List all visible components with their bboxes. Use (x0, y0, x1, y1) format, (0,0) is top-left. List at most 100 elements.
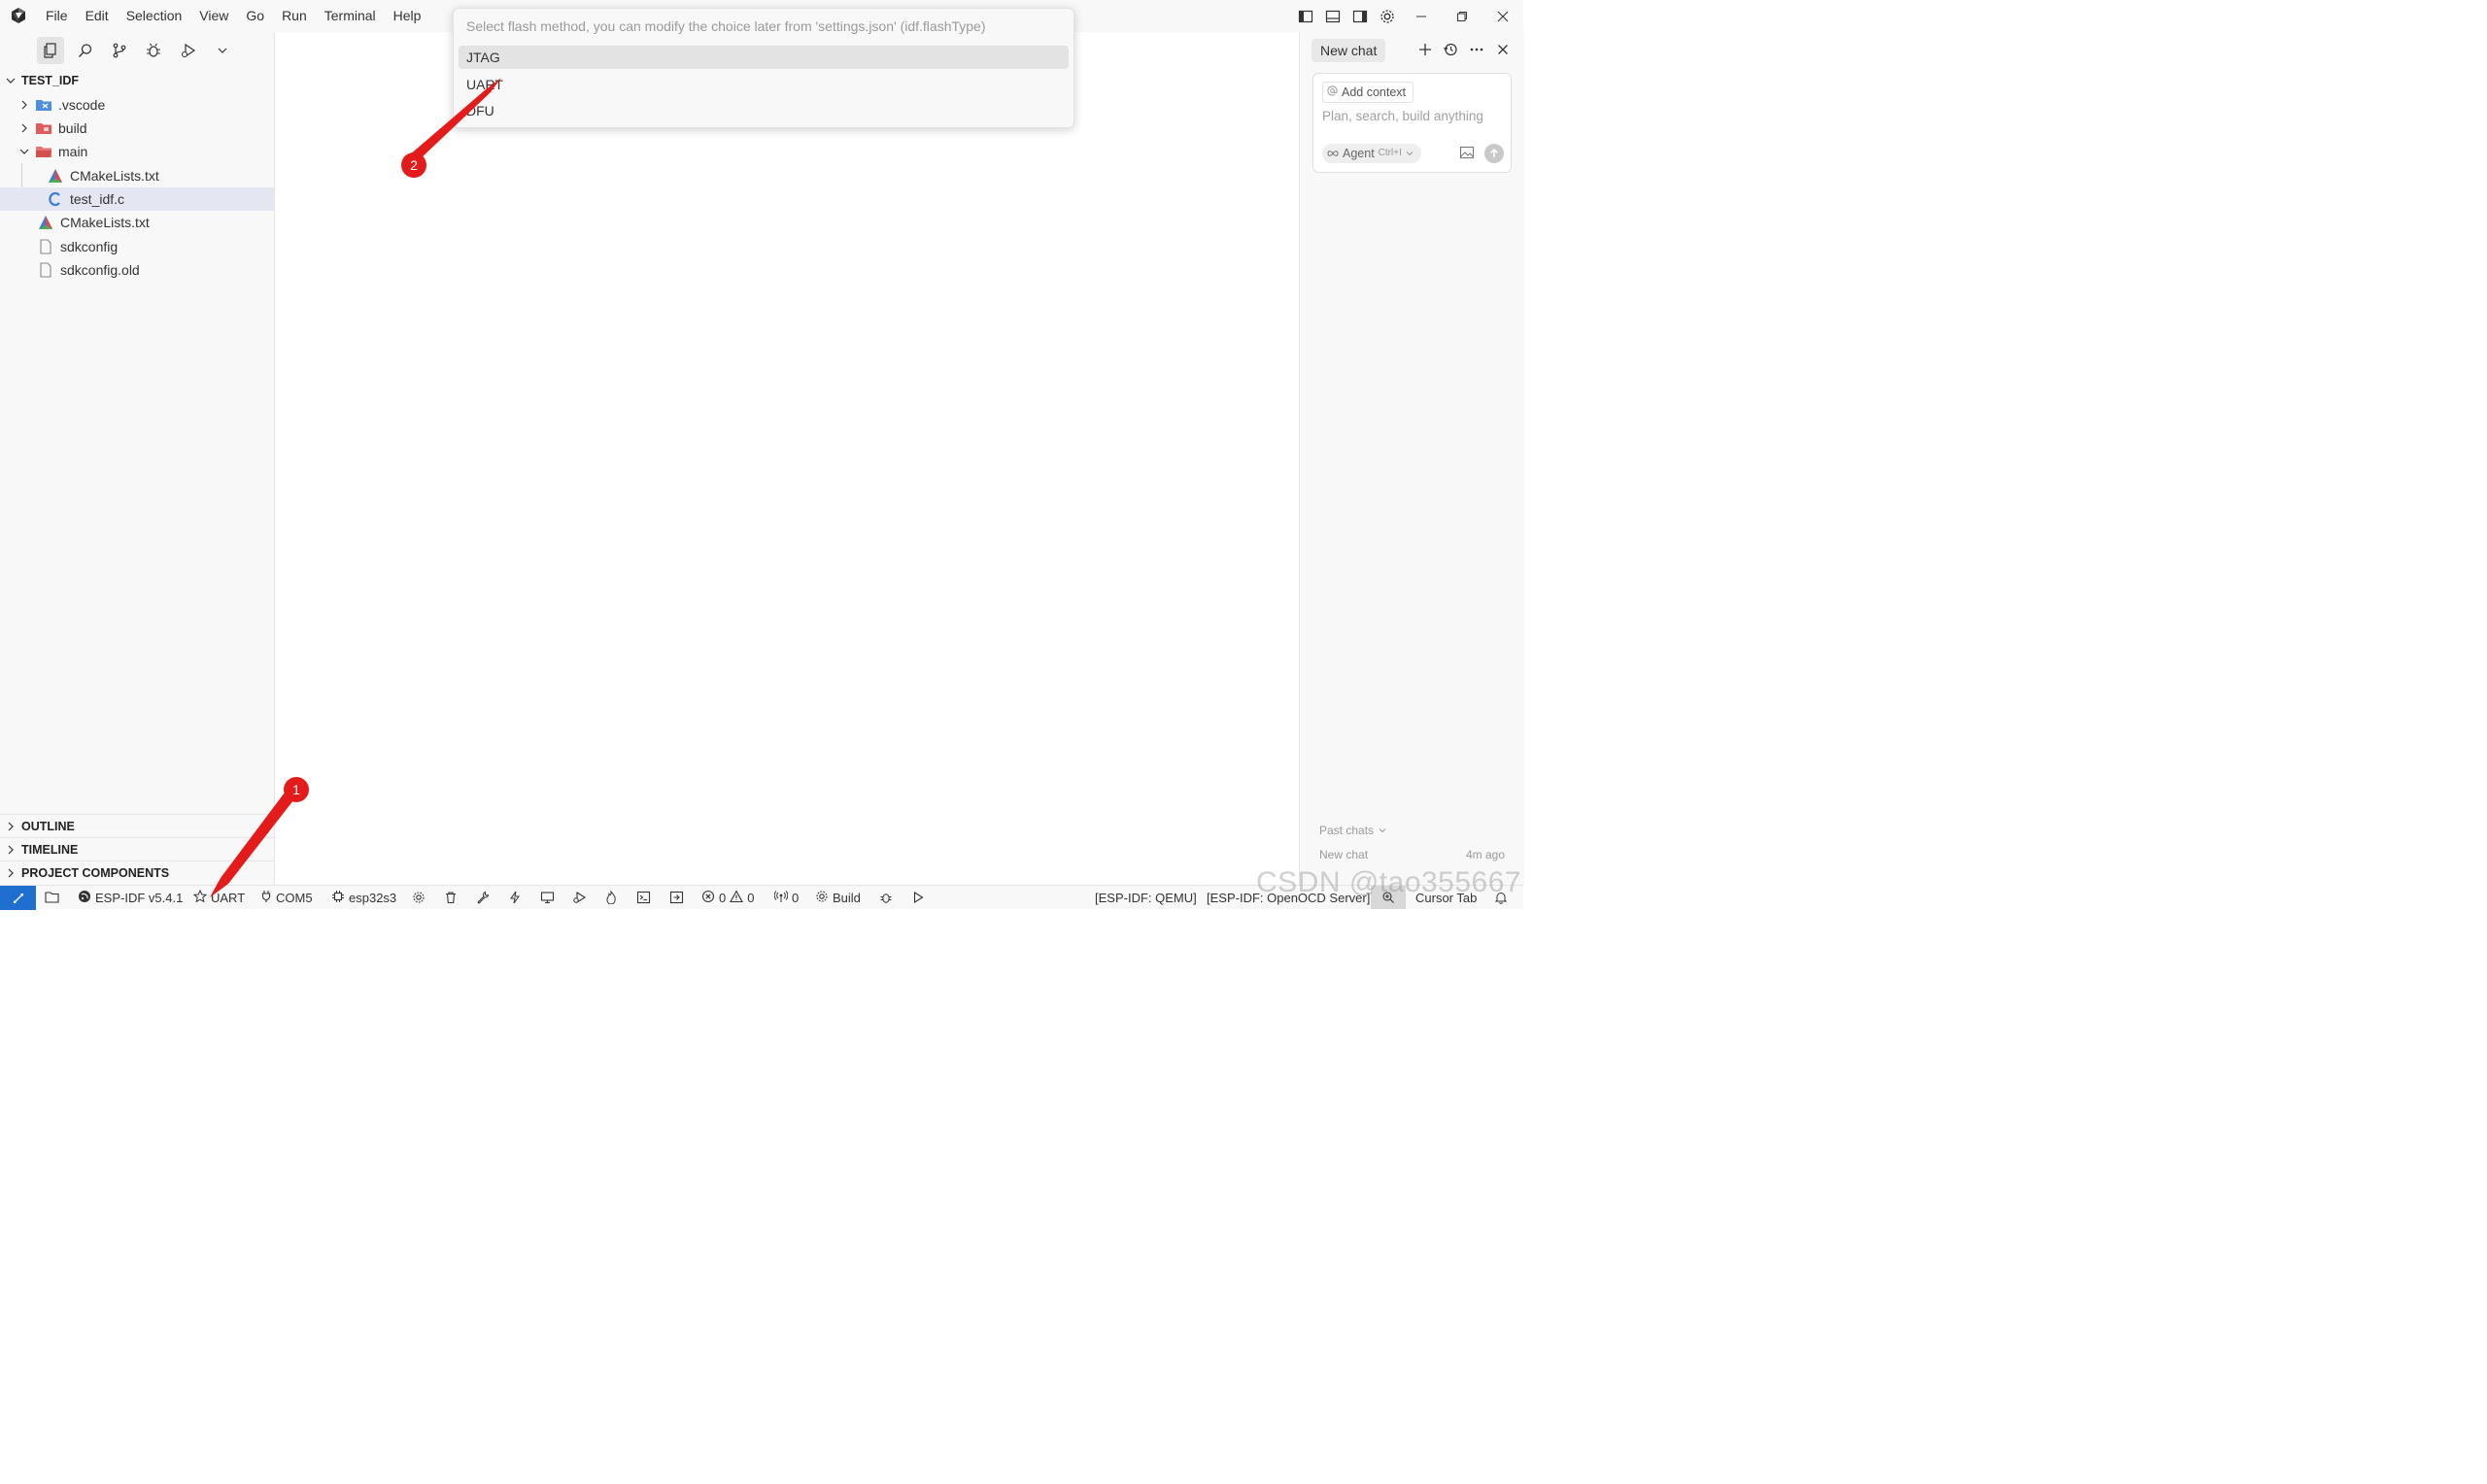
menu-terminal[interactable]: Terminal (316, 0, 385, 32)
settings-gear-icon[interactable] (1374, 3, 1401, 30)
send-arrow-button[interactable] (1484, 144, 1504, 163)
toggle-secondary-sidebar-icon[interactable] (1346, 3, 1374, 30)
debug-run-icon[interactable] (572, 886, 587, 909)
warning-icon (730, 889, 744, 906)
chat-tab-new-chat[interactable]: New chat (1312, 39, 1386, 62)
idf-version-item[interactable]: ESP-IDF v5.4.1 (78, 886, 183, 909)
tree-item-test-idf-c[interactable]: test_idf.c (0, 187, 274, 211)
tree-item-label: main (58, 144, 88, 159)
idf-version-label: ESP-IDF v5.4.1 (95, 890, 184, 905)
chip-icon (331, 890, 345, 906)
cursor-logo-icon (10, 7, 27, 24)
minimize-button[interactable] (1401, 0, 1442, 32)
flash-option-uart[interactable]: UART (459, 73, 1069, 96)
build-folder-icon (35, 120, 52, 136)
flash-option-jtag[interactable]: JTAG (459, 46, 1069, 69)
chevron-right-icon (17, 99, 31, 111)
close-chat-icon[interactable] (1491, 38, 1515, 61)
menu-edit[interactable]: Edit (77, 0, 118, 32)
agent-shortcut: Ctrl+I (1378, 148, 1402, 158)
toggle-panel-icon[interactable] (1319, 3, 1346, 30)
watermark: CSDN @tao355667 (1256, 866, 1522, 898)
tree-item-build[interactable]: build (0, 117, 274, 140)
flash-type-label: UART (211, 890, 246, 905)
menu-file[interactable]: File (37, 0, 77, 32)
cmake-icon (47, 168, 64, 184)
ports-item[interactable]: 0 (773, 886, 799, 909)
flash-option-dfu[interactable]: DFU (459, 99, 1069, 122)
sdk-config-gear-icon[interactable] (412, 886, 426, 909)
flash-lightning-icon[interactable] (509, 886, 521, 909)
chat-history-icon[interactable] (1439, 38, 1462, 61)
star-icon (192, 889, 208, 906)
chevron-down-icon (1379, 824, 1386, 837)
remote-window-button[interactable] (0, 886, 36, 910)
build-wrench-icon[interactable] (476, 886, 490, 909)
menu-view[interactable]: View (190, 0, 237, 32)
explorer-icon[interactable] (37, 37, 64, 64)
chat-input-box[interactable]: Add context Plan, search, build anything… (1312, 73, 1512, 173)
build-item[interactable]: Build (815, 886, 861, 909)
vscode-folder-icon (35, 97, 52, 113)
section-project-components[interactable]: PROJECT COMPONENTS (0, 860, 274, 885)
search-icon[interactable] (72, 37, 99, 64)
recent-chat-time: 4m ago (1465, 848, 1505, 861)
tree-item-vscode[interactable]: .vscode (0, 93, 274, 117)
agent-mode-selector[interactable]: Agent Ctrl+I (1322, 144, 1421, 163)
menu-selection[interactable]: Selection (118, 0, 191, 32)
chevron-right-icon (0, 867, 21, 879)
run-play-icon[interactable] (911, 886, 925, 909)
flame-icon[interactable] (605, 886, 617, 909)
toggle-primary-sidebar-icon[interactable] (1292, 3, 1319, 30)
explorer-root-header[interactable]: TEST_IDF (0, 69, 274, 92)
more-views-chevron-icon[interactable] (209, 37, 236, 64)
remote-icon (13, 893, 23, 903)
restore-button[interactable] (1442, 0, 1482, 32)
close-window-button[interactable] (1482, 0, 1523, 32)
recent-chat-item[interactable]: New chat (1319, 848, 1368, 861)
serial-port-item[interactable]: COM5 (260, 886, 313, 909)
menu-run[interactable]: Run (273, 0, 316, 32)
section-label: TIMELINE (21, 843, 79, 857)
tree-item-main-cmakelists[interactable]: CMakeLists.txt (0, 164, 274, 187)
debug-bug-icon[interactable] (879, 886, 893, 909)
add-context-button[interactable]: Add context (1322, 82, 1414, 103)
new-chat-plus-icon[interactable] (1414, 38, 1437, 61)
quick-pick-input[interactable]: Select flash method, you can modify the … (466, 18, 986, 34)
file-icon (37, 239, 54, 254)
chat-input-placeholder[interactable]: Plan, search, build anything (1322, 109, 1483, 123)
tree-item-cmakelists[interactable]: CMakeLists.txt (0, 211, 274, 234)
tree-item-sdkconfig-old[interactable]: sdkconfig.old (0, 258, 274, 282)
source-control-icon[interactable] (106, 37, 133, 64)
error-icon (701, 890, 715, 906)
target-chip-item[interactable]: esp32s3 (331, 886, 396, 909)
chevron-down-icon (17, 146, 31, 157)
flash-type-item[interactable]: UART (192, 886, 246, 909)
section-timeline[interactable]: TIMELINE (0, 837, 274, 861)
tree-item-label: sdkconfig.old (60, 262, 140, 278)
menu-go[interactable]: Go (237, 0, 273, 32)
full-clean-trash-icon[interactable] (444, 886, 458, 909)
flash-method-quick-pick: Select flash method, you can modify the … (453, 8, 1074, 128)
past-chats-toggle[interactable]: Past chats (1319, 824, 1386, 837)
custom-task-icon[interactable] (669, 886, 684, 909)
problems-item[interactable]: 0 0 (701, 886, 754, 909)
menu-help[interactable]: Help (385, 0, 430, 32)
tree-item-sdkconfig[interactable]: sdkconfig (0, 235, 274, 258)
section-outline[interactable]: OUTLINE (0, 814, 274, 838)
qemu-item[interactable]: [ESP-IDF: QEMU] (1095, 886, 1197, 909)
terminal-icon[interactable] (636, 886, 651, 909)
espressif-logo-icon (78, 890, 91, 906)
debug-bug-icon[interactable] (140, 37, 167, 64)
target-chip-label: esp32s3 (349, 890, 397, 905)
tree-item-main[interactable]: main (0, 140, 274, 163)
open-folder-icon[interactable] (45, 886, 60, 909)
build-label: Build (833, 890, 861, 905)
tree-item-label: .vscode (58, 97, 106, 113)
more-options-icon[interactable] (1465, 38, 1488, 61)
file-icon (37, 262, 54, 278)
run-debug-icon[interactable] (175, 37, 202, 64)
image-upload-icon[interactable] (1459, 146, 1477, 161)
editor-area (275, 32, 1298, 885)
monitor-icon[interactable] (540, 886, 555, 909)
